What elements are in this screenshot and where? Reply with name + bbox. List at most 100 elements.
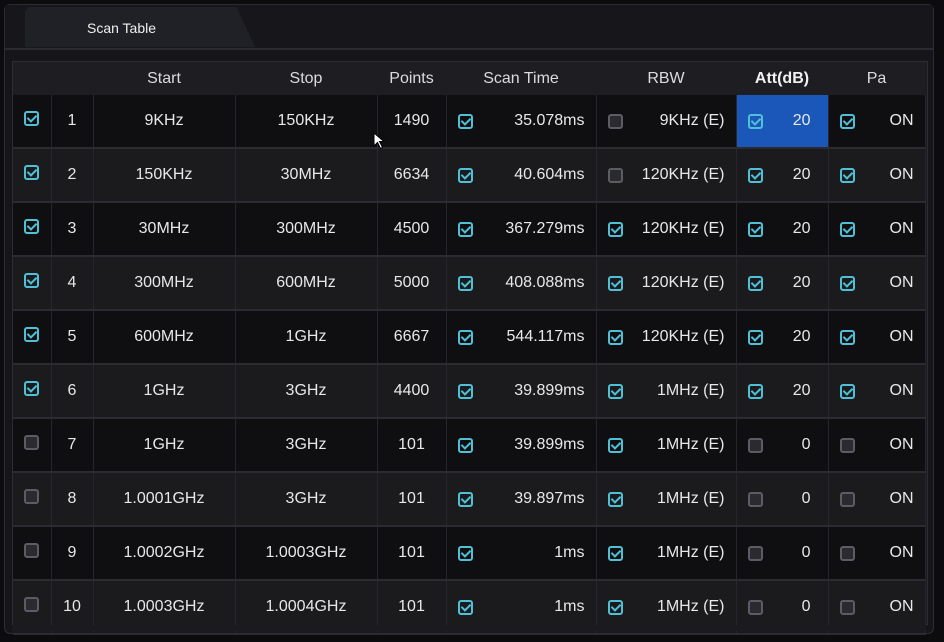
- header-pa[interactable]: Pa: [828, 62, 925, 95]
- table-row[interactable]: 4 300MHz 600MHz 5000 408.088ms 120KHz (E) 20 ON: [13, 256, 926, 311]
- scan-time-auto-checkbox[interactable]: [457, 275, 473, 291]
- rbw-auto-checkbox[interactable]: [607, 221, 623, 237]
- scan-time-cell[interactable]: 1ms: [446, 526, 597, 581]
- att-auto-checkbox[interactable]: [747, 221, 763, 237]
- pa-cell[interactable]: ON: [828, 310, 926, 365]
- enable-cell[interactable]: [13, 472, 52, 527]
- table-row[interactable]: 3 30MHz 300MHz 4500 367.279ms 120KHz (E) 20 ON: [13, 202, 926, 257]
- row-enable-checkbox[interactable]: [24, 219, 40, 234]
- scan-time-cell[interactable]: 35.078ms: [446, 95, 597, 149]
- table-row[interactable]: 1 9KHz 150KHz 1490 35.078ms 9KHz (E) 20 ON: [13, 95, 926, 149]
- start-cell[interactable]: 30MHz: [93, 202, 236, 257]
- pa-checkbox[interactable]: [839, 491, 855, 507]
- row-enable-checkbox[interactable]: [24, 435, 40, 450]
- att-cell[interactable]: 20: [736, 202, 829, 257]
- header-scan-time[interactable]: Scan Time: [446, 62, 596, 95]
- header-att[interactable]: Att(dB): [736, 62, 828, 95]
- row-enable-checkbox[interactable]: [24, 273, 40, 288]
- pa-checkbox[interactable]: [839, 329, 855, 345]
- header-start[interactable]: Start: [93, 62, 235, 95]
- stop-cell[interactable]: 30MHz: [235, 148, 378, 203]
- att-cell[interactable]: 20: [736, 310, 829, 365]
- att-cell[interactable]: 0: [736, 526, 829, 581]
- rbw-cell[interactable]: 120KHz (E): [596, 310, 737, 365]
- scan-time-auto-checkbox[interactable]: [457, 599, 473, 615]
- att-cell[interactable]: 0: [736, 418, 829, 473]
- pa-cell[interactable]: ON: [828, 526, 926, 581]
- att-auto-checkbox[interactable]: [747, 599, 763, 615]
- points-cell[interactable]: 4400: [377, 364, 447, 419]
- att-cell[interactable]: 20: [736, 95, 829, 149]
- att-cell[interactable]: 0: [736, 472, 829, 527]
- table-row[interactable]: 2 150KHz 30MHz 6634 40.604ms 120KHz (E) 20 ON: [13, 148, 926, 203]
- pa-cell[interactable]: ON: [828, 256, 926, 311]
- scan-time-auto-checkbox[interactable]: [457, 491, 473, 507]
- pa-checkbox[interactable]: [839, 113, 855, 129]
- start-cell[interactable]: 150KHz: [93, 148, 236, 203]
- stop-cell[interactable]: 150KHz: [235, 95, 378, 149]
- rbw-auto-checkbox[interactable]: [607, 437, 623, 453]
- table-row[interactable]: 6 1GHz 3GHz 4400 39.899ms 1MHz (E) 20 ON: [13, 364, 926, 419]
- points-cell[interactable]: 6667: [377, 310, 447, 365]
- pa-cell[interactable]: ON: [828, 418, 926, 473]
- att-auto-checkbox[interactable]: [747, 113, 763, 129]
- pa-checkbox[interactable]: [839, 167, 855, 183]
- pa-checkbox[interactable]: [839, 221, 855, 237]
- pa-checkbox[interactable]: [839, 383, 855, 399]
- att-auto-checkbox[interactable]: [747, 167, 763, 183]
- scan-time-cell[interactable]: 39.897ms: [446, 472, 597, 527]
- scan-time-cell[interactable]: 40.604ms: [446, 148, 597, 203]
- scan-time-auto-checkbox[interactable]: [457, 329, 473, 345]
- pa-checkbox[interactable]: [839, 545, 855, 561]
- att-auto-checkbox[interactable]: [747, 491, 763, 507]
- stop-cell[interactable]: 300MHz: [235, 202, 378, 257]
- row-enable-checkbox[interactable]: [24, 111, 40, 126]
- start-cell[interactable]: 600MHz: [93, 310, 236, 365]
- enable-cell[interactable]: [13, 256, 52, 311]
- row-enable-checkbox[interactable]: [24, 543, 40, 558]
- pa-cell[interactable]: ON: [828, 95, 926, 149]
- enable-cell[interactable]: [13, 148, 52, 203]
- header-rbw[interactable]: RBW: [596, 62, 736, 95]
- scan-time-cell[interactable]: 39.899ms: [446, 364, 597, 419]
- rbw-auto-checkbox[interactable]: [607, 329, 623, 345]
- att-auto-checkbox[interactable]: [747, 329, 763, 345]
- start-cell[interactable]: 1.0002GHz: [93, 526, 236, 581]
- enable-cell[interactable]: [13, 526, 52, 581]
- rbw-auto-checkbox[interactable]: [607, 275, 623, 291]
- stop-cell[interactable]: 3GHz: [235, 418, 378, 473]
- start-cell[interactable]: 1GHz: [93, 364, 236, 419]
- enable-cell[interactable]: [13, 310, 52, 365]
- att-auto-checkbox[interactable]: [747, 275, 763, 291]
- rbw-cell[interactable]: 120KHz (E): [596, 202, 737, 257]
- enable-cell[interactable]: [13, 95, 52, 149]
- rbw-cell[interactable]: 120KHz (E): [596, 148, 737, 203]
- tab-scan-table[interactable]: Scan Table: [25, 7, 255, 47]
- table-row[interactable]: 8 1.0001GHz 3GHz 101 39.897ms 1MHz (E) 0 ON: [13, 472, 926, 527]
- table-row[interactable]: 9 1.0002GHz 1.0003GHz 101 1ms 1MHz (E) 0 ON: [13, 526, 926, 581]
- header-points[interactable]: Points: [377, 62, 446, 95]
- pa-checkbox[interactable]: [839, 437, 855, 453]
- pa-checkbox[interactable]: [839, 275, 855, 291]
- enable-cell[interactable]: [13, 418, 52, 473]
- scan-time-auto-checkbox[interactable]: [457, 383, 473, 399]
- enable-cell[interactable]: [13, 202, 52, 257]
- start-cell[interactable]: 9KHz: [93, 95, 236, 149]
- rbw-cell[interactable]: 1MHz (E): [596, 472, 737, 527]
- points-cell[interactable]: 101: [377, 526, 447, 581]
- scan-time-auto-checkbox[interactable]: [457, 437, 473, 453]
- scan-time-auto-checkbox[interactable]: [457, 545, 473, 561]
- start-cell[interactable]: 1GHz: [93, 418, 236, 473]
- scan-time-auto-checkbox[interactable]: [457, 221, 473, 237]
- rbw-auto-checkbox[interactable]: [607, 491, 623, 507]
- scan-time-auto-checkbox[interactable]: [457, 113, 473, 129]
- points-cell[interactable]: 4500: [377, 202, 447, 257]
- rbw-cell[interactable]: 1MHz (E): [596, 364, 737, 419]
- start-cell[interactable]: 1.0001GHz: [93, 472, 236, 527]
- scan-time-auto-checkbox[interactable]: [457, 167, 473, 183]
- rbw-cell[interactable]: 120KHz (E): [596, 256, 737, 311]
- row-enable-checkbox[interactable]: [24, 327, 40, 342]
- att-cell[interactable]: 20: [736, 256, 829, 311]
- scan-time-cell[interactable]: 39.899ms: [446, 418, 597, 473]
- stop-cell[interactable]: 600MHz: [235, 256, 378, 311]
